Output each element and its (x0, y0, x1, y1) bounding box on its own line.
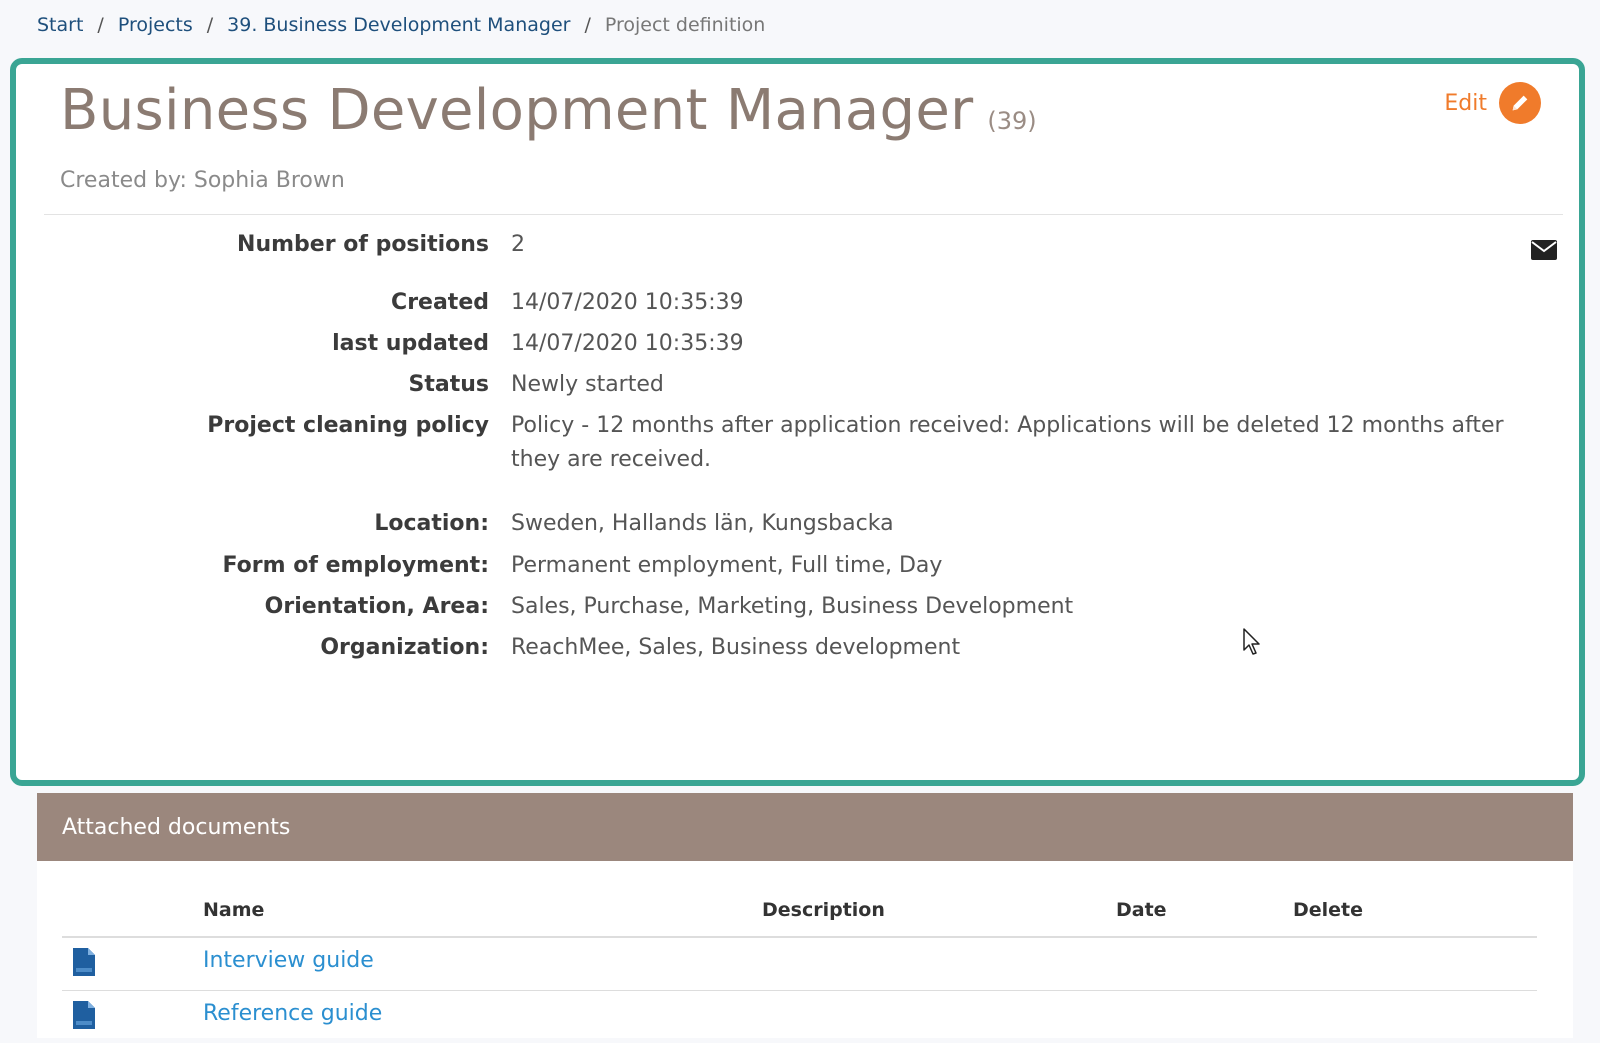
field-label: Form of employment: (222, 553, 489, 578)
created-by-text: Created by: Sophia Brown (60, 168, 345, 193)
pencil-icon[interactable] (1499, 82, 1541, 124)
field-label: Organization: (320, 635, 489, 660)
field-label: Status (408, 372, 489, 397)
document-icon[interactable] (73, 948, 95, 980)
divider (44, 214, 1563, 215)
page-title: Business Development Manager (60, 78, 974, 143)
edit-label[interactable]: Edit (1444, 91, 1487, 116)
breadcrumb-start-link[interactable]: Start (37, 14, 83, 36)
column-header-delete[interactable]: Delete (1293, 899, 1363, 921)
table-row: Interview guide (62, 938, 1537, 990)
document-link[interactable]: Interview guide (203, 948, 374, 973)
field-value: ReachMee, Sales, Business development (511, 635, 961, 660)
table-row: Reference guide (62, 991, 1537, 1043)
breadcrumb-project-link[interactable]: 39. Business Development Manager (227, 14, 570, 36)
field-value: 2 (511, 232, 525, 257)
field-value: 14/07/2020 10:35:39 (511, 331, 744, 356)
field-label: Project cleaning policy (207, 413, 489, 438)
column-header-date[interactable]: Date (1116, 899, 1167, 921)
breadcrumb-separator: / (584, 14, 591, 36)
column-header-name[interactable]: Name (203, 899, 264, 921)
attached-documents-table: Name Description Date Delete Interview g… (37, 861, 1573, 1038)
field-label: Number of positions (237, 232, 489, 257)
field-value: Sales, Purchase, Marketing, Business Dev… (511, 594, 1074, 619)
breadcrumb: Start / Projects / 39. Business Developm… (37, 10, 765, 40)
breadcrumb-current: Project definition (604, 14, 766, 36)
field-value: Sweden, Hallands län, Kungsbacka (511, 511, 894, 536)
project-definition-card: Business Development Manager (39) Edit C… (10, 58, 1585, 786)
breadcrumb-separator: / (206, 14, 214, 36)
attached-documents-header[interactable]: Attached documents (37, 793, 1573, 861)
breadcrumb-separator: / (97, 14, 104, 36)
field-label: Location: (374, 511, 489, 536)
field-label: Created (391, 290, 489, 315)
document-icon[interactable] (73, 1001, 95, 1033)
mouse-cursor-icon (1243, 628, 1263, 660)
document-link[interactable]: Reference guide (203, 1001, 382, 1026)
field-label: Orientation, Area: (264, 594, 489, 619)
breadcrumb-projects-link[interactable]: Projects (118, 14, 193, 36)
field-label: last updated (332, 331, 489, 356)
column-header-description[interactable]: Description (762, 899, 885, 921)
edit-button[interactable]: Edit (1444, 82, 1541, 124)
page-title-row: Business Development Manager (39) (60, 78, 1037, 143)
field-value: Permanent employment, Full time, Day (511, 553, 943, 578)
project-id-count: (39) (987, 107, 1037, 135)
field-value: Policy - 12 months after application rec… (511, 413, 1504, 472)
field-value: 14/07/2020 10:35:39 (511, 290, 744, 315)
field-value: Newly started (511, 372, 664, 397)
